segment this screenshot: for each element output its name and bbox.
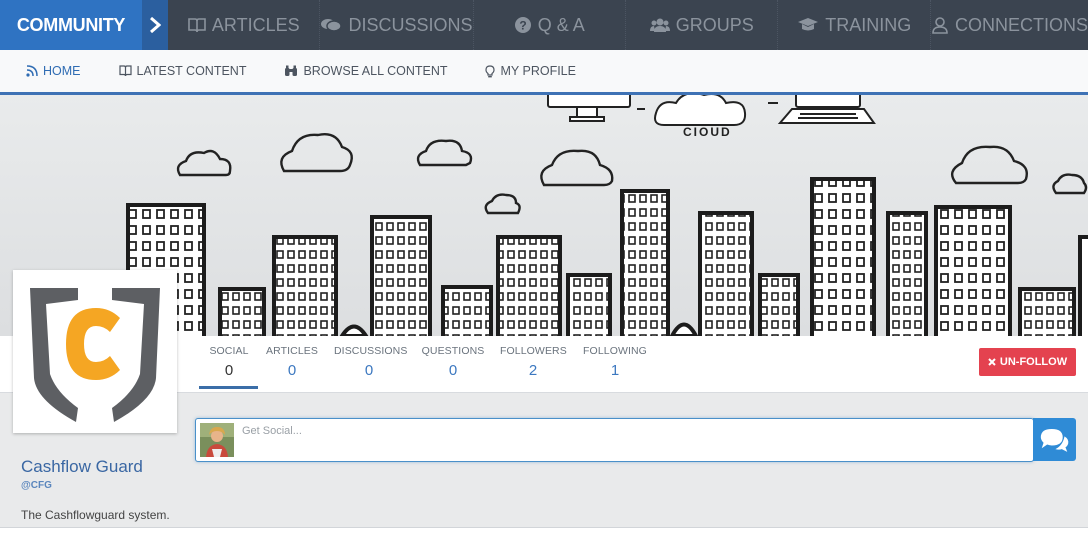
stat-social[interactable]: SOCIAL 0 [205,345,253,379]
cloud-icon [950,145,1028,185]
close-icon [988,358,996,366]
profile-name: Cashflow Guard [21,457,143,476]
user-avatar [200,423,234,457]
stat-value: 0 [287,362,297,379]
profile-handle[interactable]: @CFG [21,480,52,491]
laptop-icon [777,95,876,124]
cloud-icon [416,139,473,167]
nav-item-discussions[interactable]: DISCUSSIONS [319,0,473,50]
post-text-input[interactable] [242,419,1022,465]
community-brand-link[interactable]: COMMUNITY [0,0,142,50]
nav-item-groups[interactable]: GROUPS [625,0,777,50]
cloud-icon [1052,173,1088,195]
nav-label-qa: Q & A [537,14,585,35]
binoculars-icon [285,65,298,76]
cloud-label: CIOUD [683,125,732,139]
nav-item-articles[interactable]: ARTICLES [168,0,319,50]
stat-followers[interactable]: FOLLOWERS 2 [500,345,567,379]
stat-value: 0 [224,362,234,379]
nav-label-discussions: DISCUSSIONS [348,14,473,35]
subnav-item-browse-all-content[interactable]: BROWSE ALL CONTENT [284,64,447,78]
stat-label: QUESTIONS [421,345,485,357]
subnav-label-browse-all-content: BROWSE ALL CONTENT [303,64,448,78]
comments-icon [321,19,343,32]
stat-label: FOLLOWERS [500,345,567,357]
users-icon [649,18,670,32]
stat-value: 0 [448,362,458,379]
profile-avatar[interactable] [13,270,177,433]
active-tab-indicator [199,386,258,389]
graduation-cap-icon [798,18,819,31]
lightbulb-icon [485,64,496,77]
stat-articles[interactable]: ARTICLES 0 [266,345,318,379]
subnav-label-home: HOME [43,64,81,78]
stat-following[interactable]: FOLLOWING 1 [582,345,648,379]
cashflow-guard-logo [30,287,160,422]
subnav-label-my-profile: MY PROFILE [500,64,576,78]
nav-label-articles: ARTICLES [211,14,300,35]
stat-questions[interactable]: QUESTIONS 0 [420,345,486,379]
stat-discussions[interactable]: DISCUSSIONS 0 [334,345,408,379]
expand-arrow-button[interactable] [142,0,168,50]
subnav-label-latest-content: LATEST CONTENT [136,64,247,78]
svg-text:?: ? [519,19,526,33]
stat-label: SOCIAL [209,345,249,357]
stat-value: 0 [364,362,374,379]
stat-label: ARTICLES [266,345,318,357]
chevron-right-icon [150,17,161,33]
stat-label: FOLLOWING [583,345,647,357]
cloud-icon [176,149,232,177]
user-icon [932,17,948,34]
subnav-item-home[interactable]: HOME [26,64,81,78]
unfollow-button[interactable]: UN-FOLLOW [979,348,1076,376]
nav-item-qa[interactable]: ? Q & A [472,0,625,50]
computer-monitor-icon [547,95,631,122]
cloud-icon [654,95,747,126]
profile-bio: The Cashflowguard system. [21,508,170,522]
cloud-icon [540,149,614,187]
book-icon [118,65,132,77]
buildings [126,177,1088,336]
unfollow-label: UN-FOLLOW [999,356,1068,368]
sub-navigation: HOME LATEST CONTENT BROWSE ALL CONTENT M… [0,50,1088,93]
nav-label-groups: GROUPS [675,14,754,35]
rss-icon [26,65,38,77]
nav-label-connections: CONNECTIONS [954,14,1088,35]
book-icon [188,18,206,33]
subnav-item-latest-content[interactable]: LATEST CONTENT [118,64,247,78]
nav-label-training: TRAINING [825,14,912,35]
question-circle-icon: ? [514,17,531,33]
top-navigation: COMMUNITY ARTICLES DISCUSSIONS ? Q & A G… [0,0,1088,50]
stat-label: DISCUSSIONS [334,345,408,357]
cloud-icon [280,133,353,173]
social-post-composer [195,418,1034,465]
stat-value: 2 [528,362,538,379]
nav-item-training[interactable]: TRAINING [777,0,929,50]
cloud-icon [484,193,521,215]
stat-value: 1 [610,362,620,379]
brand-label: COMMUNITY [16,14,126,35]
post-submit-button[interactable] [1033,418,1076,461]
comments-icon [1040,428,1069,452]
subnav-item-my-profile[interactable]: MY PROFILE [485,64,576,78]
nav-item-connections[interactable]: CONNECTIONS [929,0,1088,50]
